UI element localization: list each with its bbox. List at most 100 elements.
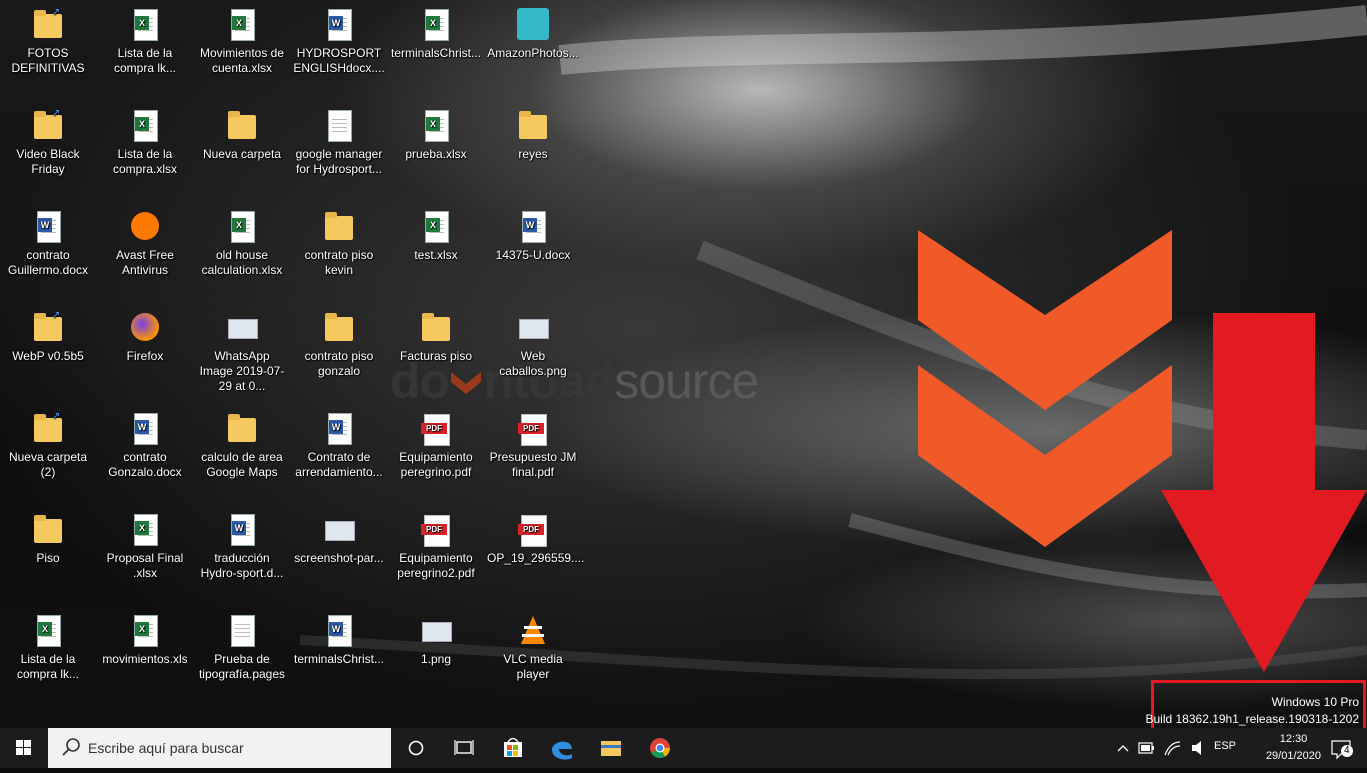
desktop-icon-label: Firefox — [126, 349, 164, 363]
word-file-icon: W — [323, 8, 355, 42]
word-file-icon: W — [226, 513, 258, 547]
task-view-button[interactable] — [440, 728, 488, 768]
desktop-icon[interactable]: contrato piso kevin — [291, 202, 387, 278]
word-file-icon: W — [323, 412, 355, 446]
desktop-icon[interactable]: reyes — [485, 101, 581, 162]
desktop-icon[interactable]: AmazonPhotos... — [485, 0, 581, 61]
desktop-icon[interactable]: ↗ FOTOS DEFINITIVAS — [0, 0, 96, 76]
desktop-icon-label: Facturas piso — [399, 349, 473, 363]
desktop-icon[interactable]: Xold house calculation.xlsx — [194, 202, 290, 278]
desktop-icon[interactable]: WterminalsChrist... — [291, 606, 387, 667]
desktop-icon[interactable]: ↗ Video Black Friday — [0, 101, 96, 177]
taskbar-clock[interactable]: 12:30 29/01/2020 — [1266, 731, 1321, 765]
desktop-icon[interactable]: X Lista de la compra lk... — [97, 0, 193, 76]
desktop-icon[interactable]: Web caballos.png — [485, 303, 581, 379]
desktop-icon-label: reyes — [518, 147, 548, 161]
cortana-circle-icon — [408, 740, 424, 756]
desktop-icon[interactable]: screenshot-par... — [291, 505, 387, 566]
desktop-icon[interactable]: Wcontrato Gonzalo.docx — [97, 404, 193, 480]
desktop-icon[interactable]: google manager for Hydrosport... — [291, 101, 387, 177]
desktop-icon[interactable]: W 14375-U.docx — [485, 202, 581, 263]
desktop-icon-label: Presupuesto JM final.pdf — [489, 450, 577, 479]
desktop-icon-label: WhatsApp Image 2019-07-29 at 0... — [199, 349, 285, 393]
start-button[interactable] — [0, 728, 48, 768]
notification-count: 4 — [1341, 745, 1353, 757]
desktop-icon[interactable]: Firefox — [97, 303, 193, 364]
desktop-icon[interactable]: Nueva carpeta — [194, 101, 290, 162]
desktop-icon[interactable]: W Contrato de arrendamiento... — [291, 404, 387, 480]
desktop-icon[interactable]: PDF Equipamiento peregrino2.pdf — [388, 505, 484, 581]
desktop-icon[interactable]: VLC media player — [485, 606, 581, 682]
desktop-icon-label: contrato piso gonzalo — [304, 349, 374, 378]
folder-icon — [323, 311, 355, 345]
image-file-icon — [323, 513, 355, 547]
chrome-button[interactable] — [636, 728, 684, 768]
desktop-icon-label: google manager for Hydrosport... — [295, 147, 383, 176]
desktop-icon[interactable]: Xmovimientos.xls — [97, 606, 193, 667]
action-center-button[interactable]: 4 — [1319, 728, 1367, 768]
desktop-icon-label: HYDROSPORT ENGLISHdocx.... — [293, 46, 385, 75]
amazon-photos-icon — [517, 8, 549, 42]
desktop-icon[interactable]: Wcontrato Guillermo.docx — [0, 202, 96, 278]
desktop-icon-label: 14375-U.docx — [495, 248, 571, 262]
desktop-icon[interactable]: Prueba de tipografía.pages — [194, 606, 290, 682]
pdf-file-icon: PDF — [420, 513, 452, 547]
desktop-icon[interactable]: X Proposal Final .xlsx — [97, 505, 193, 581]
edge-browser-button[interactable] — [538, 728, 586, 768]
desktop-icon-label: calculo de area Google Maps — [201, 450, 283, 479]
desktop-icon[interactable]: XterminalsChrist... — [388, 0, 484, 61]
desktop-icon[interactable]: PDF Presupuesto JM final.pdf — [485, 404, 581, 480]
folder-icon — [226, 109, 258, 143]
cortana-button[interactable] — [392, 728, 440, 768]
desktop-icon-label: Nueva carpeta — [202, 147, 282, 161]
file-explorer-button[interactable] — [587, 728, 635, 768]
desktop-icon-label: WebP v0.5b5 — [12, 349, 84, 363]
desktop-icon[interactable]: ↗ Nueva carpeta (2) — [0, 404, 96, 480]
desktop-icon[interactable]: Wtraducción Hydro-sport.d... — [194, 505, 290, 581]
desktop-icon[interactable]: Piso — [0, 505, 96, 566]
tray-icons — [1117, 741, 1201, 756]
desktop-icon[interactable]: X Movimientos de cuenta.xlsx — [194, 0, 290, 76]
desktop-icon-label: prueba.xlsx — [405, 147, 467, 161]
taskbar-search-box[interactable]: Escribe aquí para buscar — [48, 728, 391, 768]
desktop-icon[interactable]: W HYDROSPORT ENGLISHdocx.... — [291, 0, 387, 76]
desktop-icon[interactable]: Facturas piso — [388, 303, 484, 364]
desktop-icon-label: Equipamiento peregrino2.pdf — [397, 551, 475, 580]
desktop-icon[interactable]: PDF Equipamiento peregrino.pdf — [388, 404, 484, 480]
desktop-icon-label: Video Black Friday — [16, 147, 80, 176]
firefox-icon — [129, 311, 161, 345]
desktop-icon[interactable]: 1.png — [388, 606, 484, 667]
excel-file-icon: X — [226, 210, 258, 244]
desktop-icon[interactable]: ↗ WebP v0.5b5 — [0, 303, 96, 364]
word-file-icon: W — [129, 412, 161, 446]
desktop-icon-label: 1.png — [420, 652, 452, 666]
desktop-icon-label: AmazonPhotos... — [487, 46, 579, 60]
pdf-file-icon: PDF — [517, 412, 549, 446]
desktop-icon-label: Contrato de arrendamiento... — [295, 450, 383, 479]
desktop-icon[interactable]: X Lista de la compra.xlsx — [97, 101, 193, 177]
desktop-icon[interactable]: contrato piso gonzalo — [291, 303, 387, 379]
microsoft-store-button[interactable] — [489, 728, 537, 768]
chrome-icon — [650, 738, 670, 758]
desktop-icon-label: Prueba de tipografía.pages — [198, 652, 286, 681]
desktop-icon[interactable]: WhatsApp Image 2019-07-29 at 0... — [194, 303, 290, 394]
excel-file-icon: X — [420, 210, 452, 244]
desktop-icon-label: contrato Guillermo.docx — [7, 248, 89, 277]
desktop-icon[interactable]: PDF OP_19_296559.... — [485, 505, 584, 566]
windows-version-watermark: Windows 10 Pro Build 18362.19h1_release.… — [1145, 694, 1359, 728]
desktop-icon[interactable]: calculo de area Google Maps — [194, 404, 290, 480]
search-icon — [62, 738, 80, 756]
desktop-icon-label: screenshot-par... — [294, 551, 384, 565]
taskbar: Escribe aquí para buscar ESP 12:30 29/01… — [0, 728, 1367, 768]
desktop-icon-label: Piso — [36, 551, 60, 565]
desktop-icon[interactable]: Xprueba.xlsx — [388, 101, 484, 162]
desktop-icon[interactable]: Xtest.xlsx — [388, 202, 484, 263]
language-indicator[interactable]: ESP — [1214, 740, 1236, 752]
excel-file-icon: X — [129, 513, 161, 547]
desktop-icon[interactable]: X Lista de la compra lk... — [0, 606, 96, 682]
excel-file-icon: X — [226, 8, 258, 42]
desktop-icon[interactable]: Avast Free Antivirus — [97, 202, 193, 278]
vlc-icon — [517, 614, 549, 648]
clock-time: 12:30 — [1279, 733, 1308, 745]
excel-file-icon: X — [129, 109, 161, 143]
